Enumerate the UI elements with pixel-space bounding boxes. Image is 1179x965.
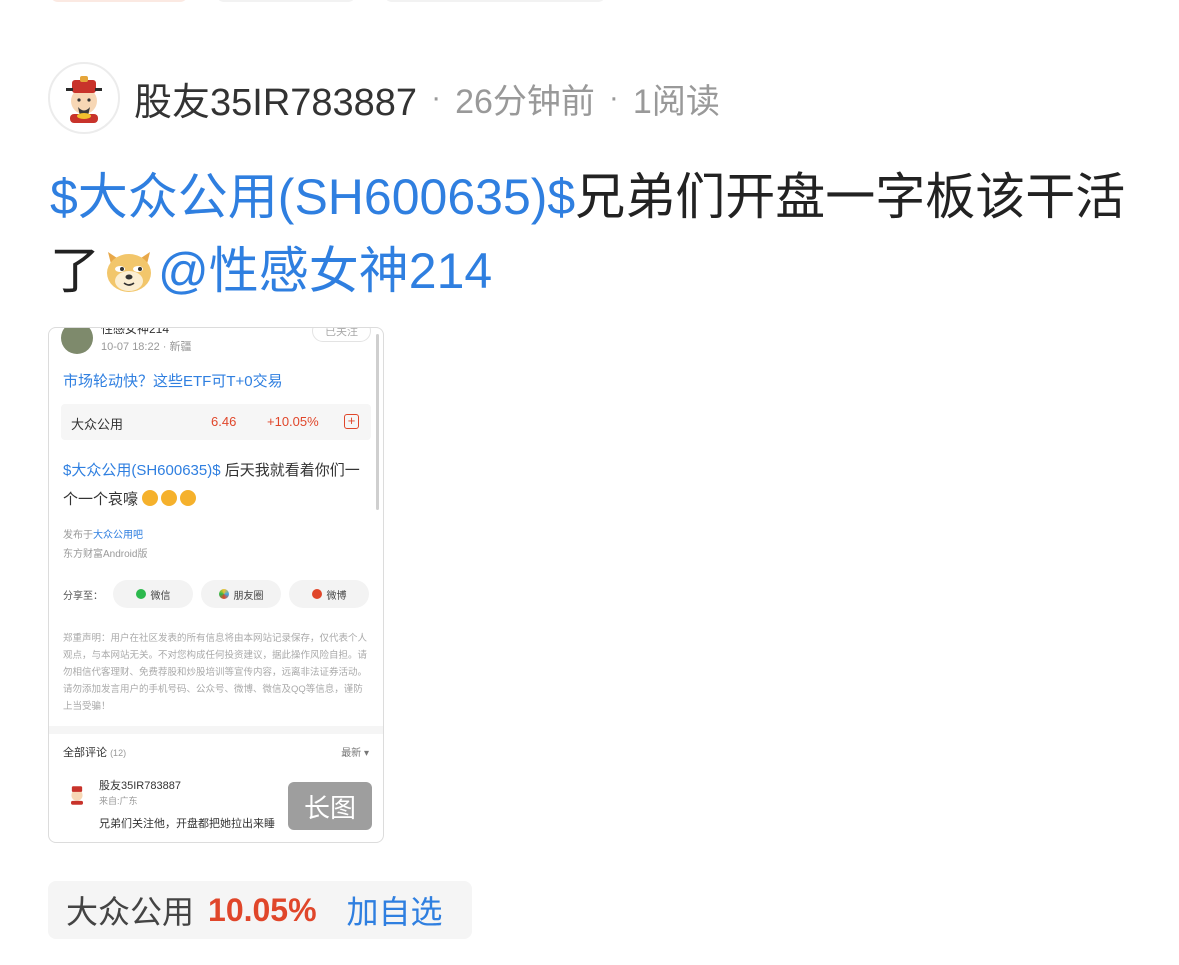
share-label: 分享至： (63, 591, 103, 602)
add-to-watchlist-button[interactable]: 加自选 (347, 887, 443, 933)
read-count: 1阅读 (632, 82, 720, 121)
attached-long-image[interactable]: 性感女神214 10-07 18:22 · 新疆 已关注 市场轮动快？这些ETF… (48, 327, 384, 843)
quoted-disclaimer: 郑重声明：用户在社区发表的所有信息将由本网站记录保存，仅代表个人观点，与本网站无… (63, 633, 368, 712)
crying-emoji-icon (180, 490, 197, 506)
comment-avatar (63, 780, 91, 808)
god-of-wealth-avatar-icon (66, 76, 102, 123)
stock-tag-link[interactable]: $大众公用(SH600635)$ (50, 169, 575, 225)
quoted-stock-quote: 大众公用 6.46 +10.05% + (61, 404, 371, 440)
quoted-stock-tag: $大众公用(SH600635)$ (63, 462, 221, 479)
meta-separator: · (431, 81, 442, 114)
moments-icon (218, 589, 229, 599)
post-time: 26分钟前 (455, 82, 595, 121)
quote-add-icon: + (344, 414, 359, 429)
share-weibo-label: 微博 (326, 590, 347, 602)
quoted-comments-header: 全部评论 (12) (63, 744, 126, 760)
meta-separator: · (608, 81, 619, 114)
quoted-posted-in: 发布于大众公用吧 (63, 526, 143, 541)
quoted-client: 东方财富Android版 (63, 549, 148, 560)
post-header: 股友35IR783887 · 26分钟前 · 1阅读 (48, 62, 720, 134)
share-weibo: 微博 (289, 580, 369, 608)
chip-remnant (50, 0, 188, 2)
share-wechat-label: 微信 (150, 590, 171, 602)
long-image-badge: 长图 (288, 782, 372, 830)
comments-title: 全部评论 (63, 747, 107, 759)
dog-face-emoji-icon (107, 252, 151, 292)
quoted-author-name: 性感女神214 (101, 327, 170, 336)
comment-location: 来自:广东 (99, 796, 138, 806)
weibo-icon (311, 589, 322, 599)
post-content[interactable]: $大众公用(SH600635)$兄弟们开盘一字板该干活了 @性感女神214 (50, 160, 1130, 308)
crying-emoji-icon (142, 490, 159, 506)
image-scrollbar (376, 334, 379, 510)
previous-post-chips (50, 0, 606, 2)
comments-count: (12) (110, 748, 127, 758)
comment-author: 股友35IR783887 (99, 780, 181, 792)
quoted-body: $大众公用(SH600635)$ 后天我就看着你们一个一个哀嚎 (63, 456, 371, 514)
posted-in-prefix: 发布于 (63, 530, 93, 541)
section-divider (49, 726, 383, 734)
quoted-sort-label: 最新 ▾ (341, 748, 369, 759)
mention-link[interactable]: @性感女神214 (158, 243, 492, 299)
comment-text: 兄弟们关注他，开盘都把她拉出来睡 (99, 818, 275, 830)
share-moments-label: 朋友圈 (233, 590, 264, 602)
god-of-wealth-avatar-icon (71, 786, 83, 805)
chip-remnant (384, 0, 606, 2)
wechat-icon (135, 589, 146, 599)
chip-remnant (216, 0, 356, 2)
crying-emoji-icon (161, 490, 178, 506)
related-stock-chip[interactable]: 大众公用 10.05% 加自选 (48, 881, 472, 939)
quoted-date-location: 10-07 18:22 · 新疆 (101, 341, 192, 353)
quoted-follow-label: 已关注 (312, 328, 371, 342)
quote-name: 大众公用 (71, 417, 124, 432)
stock-name[interactable]: 大众公用 (66, 887, 194, 933)
quoted-title: 市场轮动快？这些ETF可T+0交易 (63, 373, 283, 390)
quote-price: 6.46 (211, 414, 237, 429)
share-moments: 朋友圈 (201, 580, 281, 608)
author-avatar[interactable] (48, 62, 120, 134)
quoted-author-avatar (61, 328, 93, 354)
share-wechat: 微信 (113, 580, 193, 608)
author-name[interactable]: 股友35IR783887 (134, 71, 417, 126)
quoted-share-bar: 分享至： 微信 朋友圈 微博 (63, 580, 369, 608)
posted-in-link: 大众公用吧 (93, 530, 143, 541)
quote-change: +10.05% (267, 414, 319, 429)
stock-change: 10.05% (208, 891, 317, 928)
